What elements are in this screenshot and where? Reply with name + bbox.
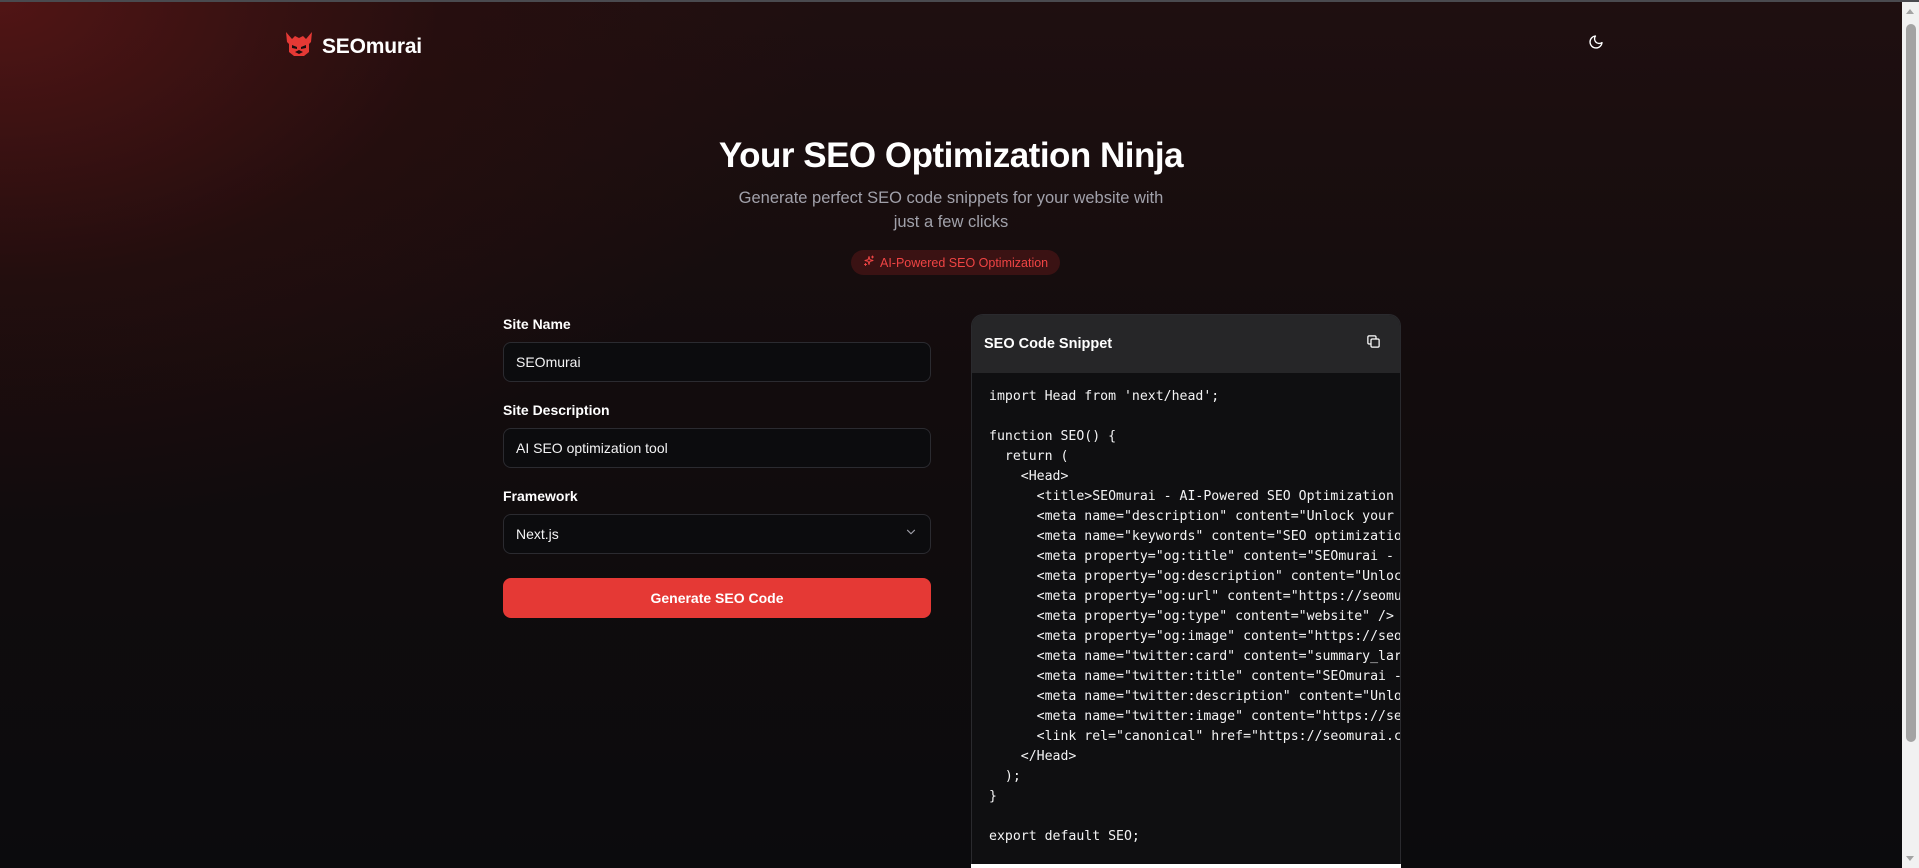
page-scrollbar[interactable] — [1902, 2, 1919, 868]
code-line: <meta property="og:description" content=… — [989, 569, 1400, 584]
code-line: <meta name="twitter:image" content="http… — [989, 709, 1400, 724]
code-line: <link rel="canonical" href="https://seom… — [989, 729, 1400, 744]
site-name-input[interactable] — [503, 342, 931, 382]
code-panel-header: SEO Code Snippet — [972, 315, 1400, 373]
samurai-helmet-icon — [284, 30, 314, 63]
scroll-up-arrow[interactable] — [1906, 9, 1914, 14]
copy-code-button[interactable] — [1362, 333, 1384, 355]
brand-name: SEOmurai — [322, 34, 422, 58]
framework-select[interactable]: Next.js — [503, 514, 931, 554]
code-line: function SEO() { — [989, 429, 1117, 444]
code-line: <meta name="twitter:description" content… — [989, 689, 1400, 704]
seo-form: Site Name Site Description Framework Nex… — [503, 316, 931, 618]
moon-icon — [1588, 34, 1604, 55]
brand-logo-link[interactable]: SEOmurai — [284, 30, 422, 63]
code-line: <meta property="og:title" content="SEOmu… — [989, 549, 1400, 564]
code-line: return ( — [989, 449, 1069, 464]
site-name-label: Site Name — [503, 316, 571, 332]
window-top-border — [0, 0, 1919, 2]
ai-badge: AI-Powered SEO Optimization — [851, 250, 1061, 275]
code-line: } — [989, 789, 997, 804]
generate-seo-code-button[interactable]: Generate SEO Code — [503, 578, 931, 618]
code-line: export default SEO; — [989, 829, 1140, 844]
framework-label: Framework — [503, 488, 578, 504]
code-line: ); — [989, 769, 1021, 784]
copy-icon — [1366, 334, 1381, 354]
badge-label: AI-Powered SEO Optimization — [880, 255, 1049, 270]
hero-subtitle: Generate perfect SEO code snippets for y… — [738, 189, 1164, 231]
site-description-input[interactable] — [503, 428, 931, 468]
framework-field: Framework Next.js — [503, 488, 931, 554]
site-name-field: Site Name — [503, 316, 931, 382]
code-line: <meta property="og:type" content="websit… — [989, 609, 1394, 624]
scroll-down-arrow[interactable] — [1906, 856, 1914, 861]
code-line: import Head from 'next/head'; — [989, 389, 1220, 404]
theme-toggle-button[interactable] — [1586, 34, 1606, 54]
code-line: <meta name="twitter:card" content="summa… — [989, 649, 1400, 664]
code-line: <meta name="twitter:title" content="SEOm… — [989, 669, 1400, 684]
code-line: <meta property="og:url" content="https:/… — [989, 589, 1400, 604]
code-line: <Head> — [989, 469, 1069, 484]
scrollbar-thumb[interactable] — [1906, 24, 1916, 742]
code-line: <meta property="og:image" content="https… — [989, 629, 1400, 644]
code-line: <meta name="keywords" content="SEO optim… — [989, 529, 1400, 544]
framework-selected-value: Next.js — [516, 526, 559, 542]
page-title: Your SEO Optimization Ninja — [718, 136, 1184, 175]
page-background — [0, 0, 1919, 868]
code-line: </Head> — [989, 749, 1077, 764]
code-panel-bottom-edge — [971, 864, 1401, 868]
code-block[interactable]: import Head from 'next/head'; function SE… — [972, 373, 1400, 867]
site-description-label: Site Description — [503, 402, 610, 418]
code-snippet-panel: SEO Code Snippet import Head from 'next/… — [971, 314, 1401, 868]
code-line: <meta name="description" content="Unlock… — [989, 509, 1400, 524]
site-description-field: Site Description — [503, 402, 931, 468]
chevron-down-icon — [904, 525, 918, 544]
sparkles-icon — [863, 254, 875, 272]
code-line: <title>SEOmurai - AI-Powered SEO Optimiz… — [989, 489, 1400, 504]
code-panel-title: SEO Code Snippet — [984, 336, 1113, 352]
